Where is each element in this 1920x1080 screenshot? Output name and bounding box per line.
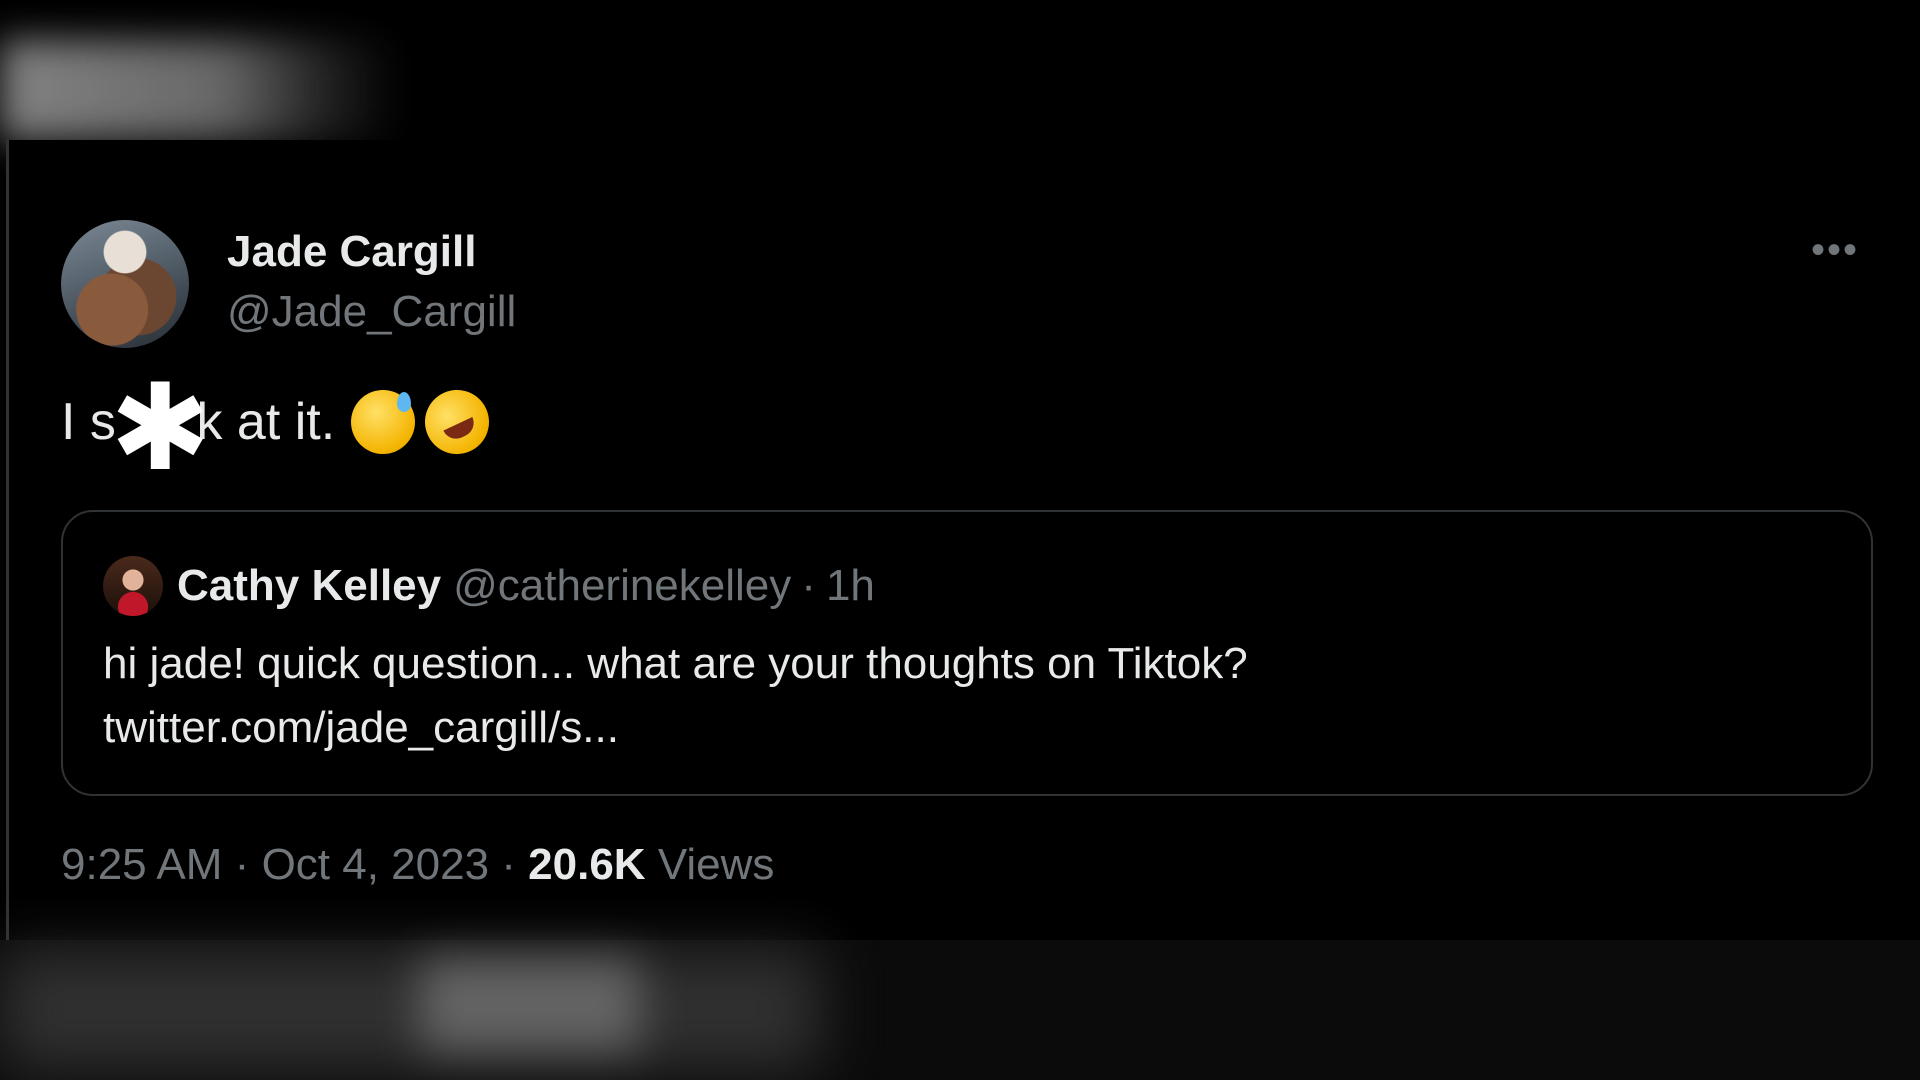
quoted-link[interactable]: twitter.com/jade_cargill/s... [103,696,1248,760]
quoted-author-handle: @catherinekelley [453,561,792,610]
blurred-footer-highlight [420,960,640,1050]
views-label: Views [657,840,775,889]
tweet-header: Jade Cargill @Jade_Cargill [61,220,516,348]
author-avatar[interactable] [61,220,189,348]
tweet-text-start: I s [61,393,116,451]
more-horizontal-icon[interactable]: ••• [1811,230,1859,270]
quoted-timestamp: 1h [825,561,875,610]
quoted-author-name: Cathy Kelley [177,561,442,610]
tweet-time[interactable]: 9:25 AM [61,840,222,889]
author-handle[interactable]: @Jade_Cargill [227,280,516,344]
views-count: 20.6K [528,840,646,889]
tweet-text: I s ✱ k at it. [61,361,500,495]
author-display-name[interactable]: Jade Cargill [227,224,516,280]
quoted-tweet-text: hi jade! quick question... what are your… [103,632,1248,760]
screenshot-stage: Jade Cargill @Jade_Cargill ••• I s ✱ k a… [0,0,1920,1080]
blurred-footer-artifact [0,950,820,1070]
meta-separator: · [234,840,250,889]
tweet-date[interactable]: Oct 4, 2023 [262,840,489,889]
meta-separator: · [501,840,516,889]
quoted-author-avatar [103,556,163,616]
tweet-card[interactable]: Jade Cargill @Jade_Cargill ••• I s ✱ k a… [6,140,1920,940]
grinning-face-with-sweat-icon [351,390,416,454]
quoted-tweet-header: Cathy Kelley @catherinekelley · 1h [103,556,875,616]
tweet-meta: 9:25 AM · Oct 4, 2023 · 20.6K Views [61,840,774,890]
quoted-separator: · [801,561,816,610]
asterisk-icon: ✱ [109,361,211,495]
tweet-text-end: k at it. [196,393,336,451]
rolling-on-the-floor-laughing-icon [414,379,500,465]
quoted-text-line: hi jade! quick question... what are your… [103,639,1248,688]
quoted-tweet[interactable]: Cathy Kelley @catherinekelley · 1h hi ja… [61,510,1873,796]
blurred-header-artifact [0,40,400,140]
author-names: Jade Cargill @Jade_Cargill [227,224,516,344]
